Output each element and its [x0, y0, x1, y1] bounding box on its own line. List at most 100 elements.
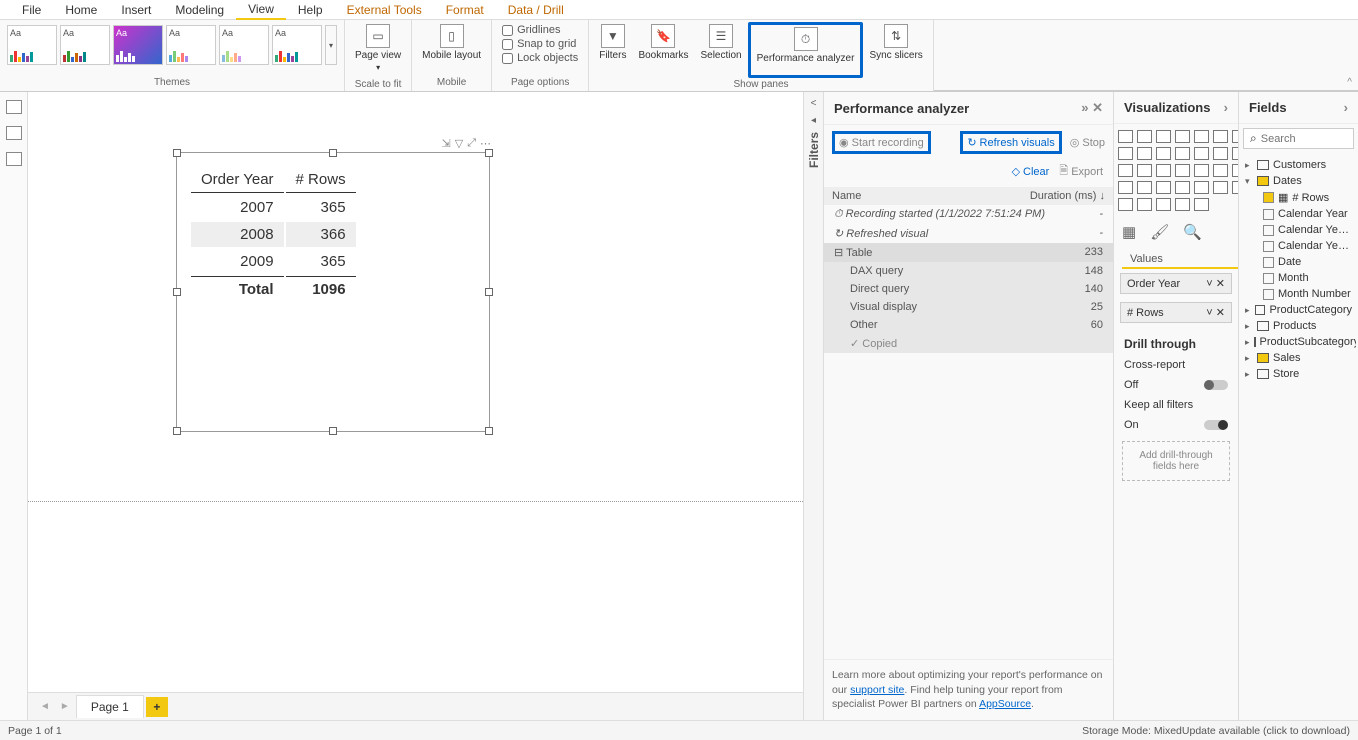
theme-gallery[interactable]: Aa Aa Aa Aa Aa Aa ▾ — [4, 22, 340, 68]
menu-file[interactable]: File — [10, 1, 53, 19]
performance-analyzer-button[interactable]: ⏱Performance analyzer — [748, 22, 864, 78]
field-calendar-year-n[interactable]: Calendar Year N... — [1241, 238, 1356, 254]
report-canvas[interactable]: ⇲ ▽ ⤢ ⋯ Order Year # Rows 2007365 200836… — [28, 92, 803, 692]
page-tabs: ◄ ► Page 1 + — [28, 692, 803, 720]
menu-bar: File Home Insert Modeling View Help Exte… — [0, 0, 1358, 20]
visualizations-pane: Visualizations› ▦ 🖌 🔍 Values Order Year˅… — [1113, 92, 1238, 720]
fields-pane: Fields › ⌕ ▸Customers ▾Dates ▦# Rows Cale… — [1238, 92, 1358, 720]
fields-collapse-icon[interactable]: › — [1344, 100, 1348, 115]
expand-filters-icon[interactable]: < — [811, 98, 817, 109]
stop-button[interactable]: ◎ Stop — [1070, 136, 1105, 149]
page-view-button[interactable]: ▭Page view▾ — [349, 22, 407, 78]
page-next[interactable]: ► — [56, 701, 74, 712]
menu-insert[interactable]: Insert — [109, 1, 163, 19]
visual-drill-icon[interactable]: ⇲ — [442, 137, 451, 150]
cross-report-label: Cross-report — [1124, 359, 1185, 371]
start-recording-button[interactable]: ◉ Start recording — [832, 131, 931, 154]
sync-slicers-button[interactable]: ⇅Sync slicers — [863, 22, 928, 78]
search-icon: ⌕ — [1250, 131, 1257, 146]
performance-analyzer-pane: Performance analyzer » ✕ ◉ Start recordi… — [823, 92, 1113, 720]
table-productsubcategory[interactable]: ▸ProductSubcategory — [1241, 334, 1356, 350]
gridlines-checkbox[interactable]: Gridlines — [502, 24, 578, 36]
cross-report-toggle[interactable] — [1204, 380, 1228, 390]
viz-collapse-icon[interactable]: › — [1224, 100, 1228, 115]
table-customers[interactable]: ▸Customers — [1241, 157, 1356, 173]
field-well-order-year[interactable]: Order Year˅ ✕ — [1120, 273, 1232, 294]
search-input[interactable] — [1261, 133, 1347, 145]
perf-row-dax: DAX query148 — [824, 262, 1113, 280]
perf-collapse-icon[interactable]: » — [1081, 100, 1088, 115]
lock-checkbox[interactable]: Lock objects — [502, 52, 578, 64]
visualization-gallery[interactable] — [1114, 124, 1238, 217]
field-month[interactable]: Month — [1241, 270, 1356, 286]
field-calendar-year[interactable]: Calendar Year — [1241, 206, 1356, 222]
add-page-button[interactable]: + — [146, 697, 168, 717]
table-sales[interactable]: ▸Sales — [1241, 350, 1356, 366]
visual-filter-icon[interactable]: ▽ — [455, 137, 463, 150]
ribbon-collapse-icon[interactable]: ^ — [1341, 75, 1358, 90]
theme-dropdown[interactable]: ▾ — [325, 25, 337, 65]
filters-pane-button[interactable]: ▼Filters — [593, 22, 632, 78]
page-tab-1[interactable]: Page 1 — [76, 695, 144, 718]
drill-through-drop[interactable]: Add drill-through fields here — [1122, 441, 1230, 481]
perf-col-name: Name — [832, 190, 861, 202]
viz-format-tab[interactable]: 🖌 — [1150, 223, 1169, 241]
fields-title: Fields — [1249, 100, 1287, 115]
page-indicator: Page 1 of 1 — [8, 725, 62, 737]
viz-analytics-tab[interactable]: 🔍 — [1183, 223, 1202, 241]
table-dates[interactable]: ▾Dates — [1241, 173, 1356, 189]
status-bar: Page 1 of 1 Storage Mode: MixedUpdate av… — [0, 720, 1358, 740]
perf-title: Performance analyzer — [834, 101, 969, 116]
field-calendar-year-m[interactable]: Calendar Year M... — [1241, 222, 1356, 238]
menu-home[interactable]: Home — [53, 1, 109, 19]
visual-focus-icon[interactable]: ⤢ — [467, 137, 476, 150]
model-view-icon[interactable] — [6, 152, 22, 166]
report-view-icon[interactable] — [6, 100, 22, 114]
menu-help[interactable]: Help — [286, 1, 335, 19]
table-products[interactable]: ▸Products — [1241, 318, 1356, 334]
col-rows[interactable]: # Rows — [286, 167, 356, 193]
field-date[interactable]: Date — [1241, 254, 1356, 270]
menu-modeling[interactable]: Modeling — [163, 1, 236, 19]
themes-label: Themes — [154, 76, 190, 89]
table-store[interactable]: ▸Store — [1241, 366, 1356, 382]
data-view-icon[interactable] — [6, 126, 22, 140]
table-visual[interactable]: ⇲ ▽ ⤢ ⋯ Order Year # Rows 2007365 200836… — [176, 152, 490, 432]
export-button[interactable]: 🗎 Export — [1059, 162, 1103, 181]
page-prev[interactable]: ◄ — [36, 701, 54, 712]
perf-col-duration[interactable]: Duration (ms) — [1030, 190, 1097, 202]
view-switcher — [0, 92, 28, 720]
perf-row-direct-query: Direct query140 — [824, 280, 1113, 298]
menu-view[interactable]: View — [236, 0, 286, 20]
appsource-link[interactable]: AppSource — [979, 698, 1031, 710]
menu-external-tools[interactable]: External Tools — [335, 1, 434, 19]
perf-close-icon[interactable]: ✕ — [1092, 100, 1103, 115]
col-order-year[interactable]: Order Year — [191, 167, 284, 193]
show-panes-label: Show panes — [733, 78, 788, 91]
table-productcategory[interactable]: ▸ProductCategory — [1241, 302, 1356, 318]
menu-format[interactable]: Format — [434, 1, 496, 19]
snap-checkbox[interactable]: Snap to grid — [502, 38, 578, 50]
filters-pane-collapsed[interactable]: < ◂ Filters — [803, 92, 823, 720]
menu-data-drill[interactable]: Data / Drill — [496, 1, 576, 19]
field-tree: ▸Customers ▾Dates ▦# Rows Calendar Year … — [1239, 153, 1358, 720]
page-options-label: Page options — [511, 76, 569, 89]
perf-row-table[interactable]: ⊟ Table233 — [824, 243, 1113, 262]
drill-through-label: Drill through — [1114, 327, 1238, 355]
perf-row-refreshed: ↻ Refreshed visual- — [824, 224, 1113, 243]
keep-filters-toggle[interactable] — [1204, 420, 1228, 430]
perf-row-copied: ✓ Copied — [824, 334, 1113, 353]
storage-mode-indicator[interactable]: Storage Mode: MixedUpdate available (cli… — [1082, 725, 1350, 737]
clear-button[interactable]: ◇ Clear — [1012, 162, 1050, 181]
field-month-number[interactable]: Month Number — [1241, 286, 1356, 302]
fields-search[interactable]: ⌕ — [1243, 128, 1354, 149]
viz-fields-tab[interactable]: ▦ — [1122, 223, 1136, 241]
field-rows[interactable]: ▦# Rows — [1241, 189, 1356, 206]
bookmarks-pane-button[interactable]: 🔖Bookmarks — [632, 22, 694, 78]
mobile-layout-button[interactable]: ▯Mobile layout — [416, 22, 487, 76]
mobile-label: Mobile — [437, 76, 466, 89]
support-site-link[interactable]: support site — [850, 684, 904, 696]
field-well-rows[interactable]: # Rows˅ ✕ — [1120, 302, 1232, 323]
selection-pane-button[interactable]: ☰Selection — [694, 22, 747, 78]
refresh-visuals-button[interactable]: ↻ Refresh visuals — [960, 131, 1061, 154]
